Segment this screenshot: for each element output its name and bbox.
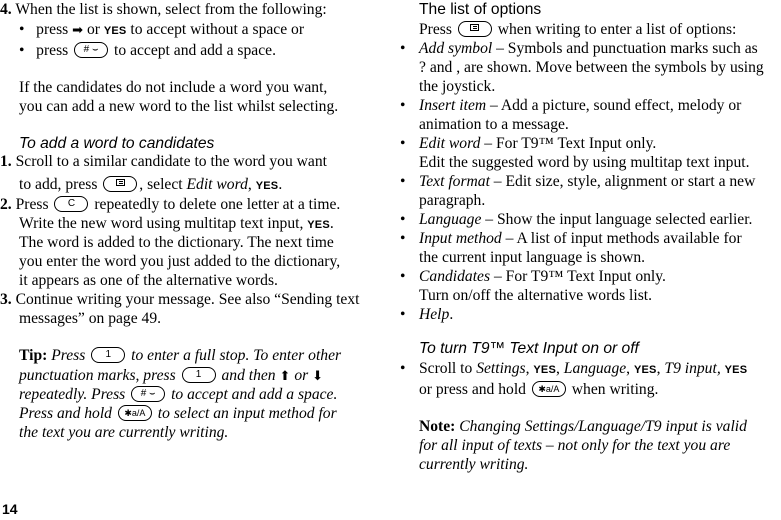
- bullet-accept-no-space: • press ➡ or YES to accept without a spa…: [19, 21, 305, 38]
- option-add-symbol: • Add symbol – Symbols and punctuation ma…: [400, 40, 758, 57]
- yes-key-label: YES: [724, 364, 748, 376]
- section-heading-add-word: To add a word to candidates: [19, 135, 215, 152]
- add-step-3: 3. Continue writing your message. See al…: [0, 291, 360, 308]
- option-line: Edit the suggested word by using multita…: [419, 154, 750, 171]
- add-step-2: 2. Press C repeatedly to delete one lett…: [0, 196, 341, 213]
- menu-key-icon: [457, 21, 492, 38]
- paragraph-line: If the candidates do not include a word …: [19, 79, 328, 96]
- option-line: the current input language is shown.: [419, 249, 646, 266]
- note-line-2: for all input of texts – not only for th…: [419, 437, 731, 454]
- option-text-format: • Text format – Edit size, style, alignme…: [400, 173, 756, 190]
- note-line-3: currently writing.: [419, 456, 529, 473]
- page-number: 14: [2, 501, 18, 517]
- star-key-icon: ✱a/A: [531, 381, 566, 398]
- yes-key-label: YES: [633, 364, 657, 376]
- right-arrow-icon: ➡: [72, 23, 84, 38]
- add-step-2-line4: you enter the word you just added to the…: [19, 253, 341, 270]
- bullet-accept-with-space: • press # ⌣ to accept and add a space.: [19, 42, 276, 59]
- add-step-2-line3: The word is added to the dictionary. The…: [19, 234, 334, 251]
- bullet-dot: •: [19, 42, 25, 59]
- down-arrow-icon: ⬇: [312, 369, 324, 384]
- key-1-icon: 1: [91, 347, 126, 364]
- yes-key-label: YES: [533, 364, 556, 376]
- option-edit-word: • Edit word – For T9™ Text Input only.: [400, 135, 657, 152]
- option-input-method: • Input method – A list of input methods …: [400, 230, 742, 247]
- menu-key-icon: [103, 176, 138, 193]
- tip-line-4: Press and hold ✱a/A to select an input m…: [19, 405, 337, 422]
- clear-key-icon: C: [54, 196, 89, 213]
- note-line-1: Note: Changing Settings/Language/T9 inpu…: [419, 418, 747, 435]
- yes-key-label: YES: [307, 219, 330, 231]
- option-line: the joystick.: [419, 78, 496, 95]
- t9-line-2: or press and hold ✱a/A when writing.: [419, 381, 659, 398]
- tip-label: Tip:: [19, 347, 48, 364]
- option-line: ? and , are shown. Move between the symb…: [419, 59, 764, 76]
- options-intro: Press when writing to enter a list of op…: [419, 21, 737, 38]
- section-heading-options: The list of options: [419, 1, 542, 18]
- option-candidates: • Candidates – For T9™ Text Input only.: [400, 268, 666, 285]
- step-4: 4. When the list is shown, select from t…: [0, 1, 327, 18]
- option-line: animation to a message.: [419, 116, 569, 133]
- note-label: Note:: [419, 418, 456, 435]
- star-key-icon: ✱a/A: [117, 405, 152, 422]
- bullet-dot: •: [19, 21, 25, 38]
- tip-line-5: the text you are currently writing.: [19, 424, 229, 441]
- option-line: paragraph.: [419, 192, 486, 209]
- add-step-1: 1. Scroll to a similar candidate to the …: [0, 153, 327, 170]
- yes-key-label: YES: [103, 25, 127, 37]
- option-insert-item: • Insert item – Add a picture, sound effe…: [400, 97, 742, 114]
- hash-key-icon: # ⌣: [74, 42, 109, 59]
- hash-key-icon: # ⌣: [131, 386, 166, 403]
- t9-line-1: • Scroll to Settings, YES, Language, YES,…: [400, 360, 748, 377]
- paragraph-line: you can add a new word to the list whils…: [19, 98, 339, 115]
- yes-key-label: YES: [255, 180, 279, 192]
- tip-line-2: punctuation marks, press 1 and then ⬆ or…: [19, 367, 324, 384]
- tip-line-3: repeatedly. Press # ⌣ to accept and add …: [19, 386, 338, 403]
- option-language: • Language – Show the input language sele…: [400, 211, 753, 228]
- add-step-3-line2: messages” on page 49.: [19, 310, 162, 327]
- add-step-2-line2: Write the new word using multitap text i…: [19, 215, 334, 232]
- add-step-2-line5: it appears as one of the alternative wor…: [19, 272, 278, 289]
- up-arrow-icon: ⬆: [279, 369, 291, 384]
- key-1-icon: 1: [181, 367, 216, 384]
- option-line: Turn on/off the alternative words list.: [419, 287, 653, 304]
- add-step-1-line2: to add, press , select Edit word, YES.: [19, 176, 283, 193]
- tip-line-1: Tip: Press 1 to enter a full stop. To en…: [19, 347, 342, 364]
- option-help: • Help.: [400, 306, 454, 323]
- section-heading-t9: To turn T9™ Text Input on or off: [419, 340, 639, 357]
